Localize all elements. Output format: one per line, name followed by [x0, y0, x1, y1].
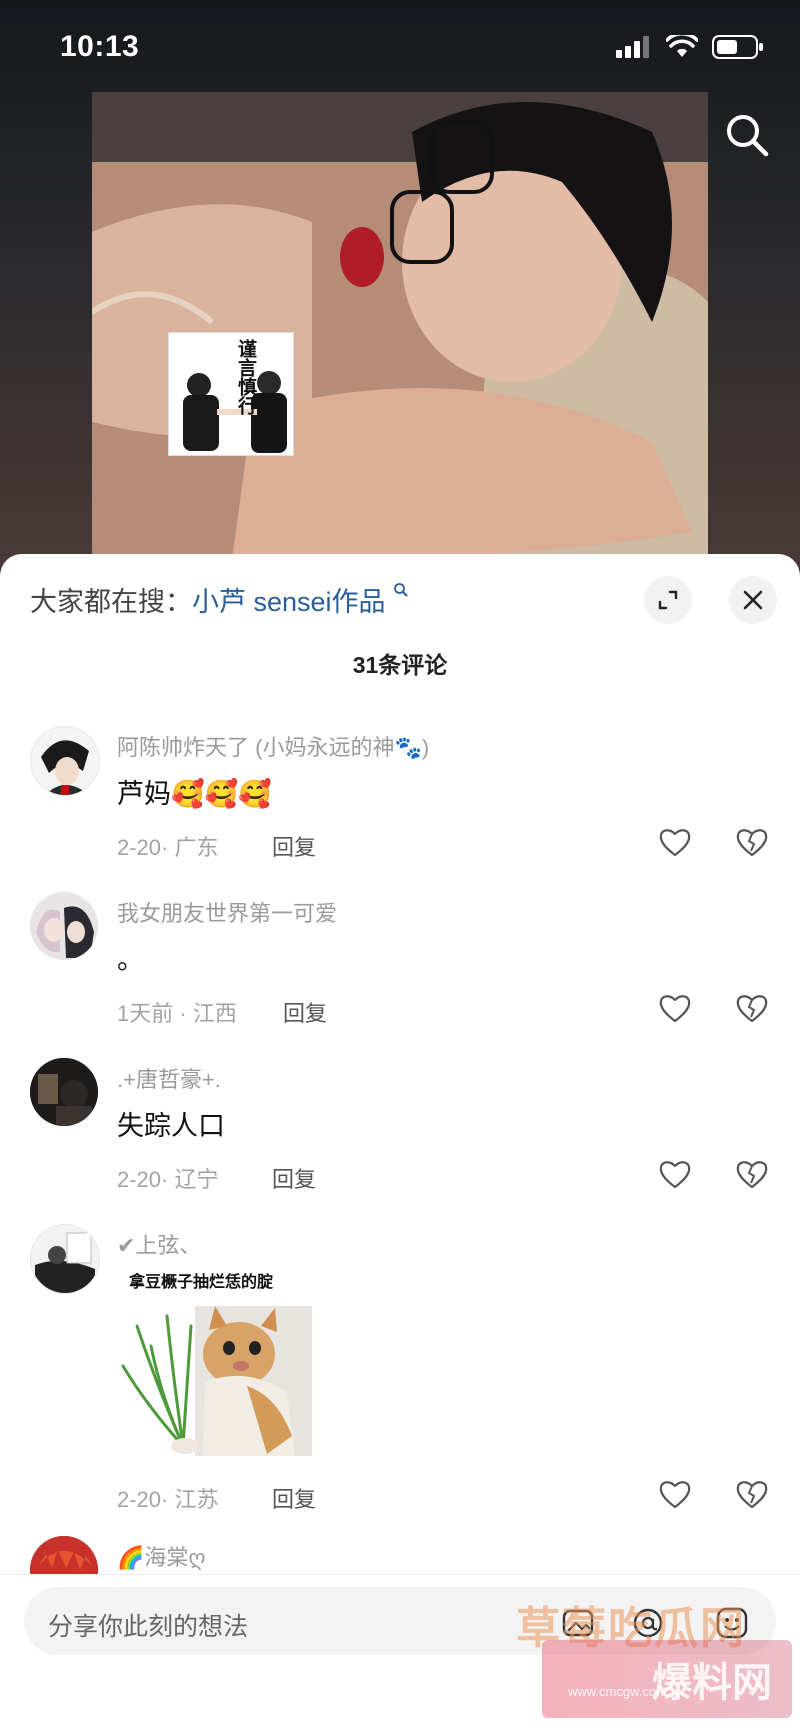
avatar-image — [30, 892, 98, 960]
heart-icon[interactable] — [657, 824, 693, 860]
comment-count: 31条评论 — [352, 652, 448, 678]
meme-caption: 拿豆橛子抽烂恁的腚 — [129, 1272, 274, 1291]
video-area: 10:13 谨言慎行 — [0, 0, 800, 570]
broken-heart-icon[interactable] — [734, 990, 770, 1026]
heart-icon[interactable] — [657, 990, 693, 1026]
close-button[interactable] — [729, 576, 777, 624]
comment-text: 。 — [117, 945, 144, 975]
video-image — [92, 92, 708, 560]
comment-item: ✔上弦、 拿豆橛子抽烂恁的腚 2-20· 江苏 回复 — [0, 1224, 800, 1544]
avatar-image — [31, 1225, 99, 1293]
comment-author[interactable]: 🌈海棠ღ — [117, 1540, 206, 1572]
reply-button[interactable]: 回复 — [272, 830, 316, 862]
reply-button[interactable]: 回复 — [272, 1482, 316, 1514]
battery-icon — [712, 35, 763, 59]
expand-icon — [658, 590, 678, 610]
watermark-url: www.cmcgw.com — [568, 1684, 667, 1699]
broken-heart-icon[interactable] — [734, 824, 770, 860]
comment-item: 我女朋友世界第一可爱 。 1天前 · 江西 回复 — [0, 892, 800, 1052]
heart-icon[interactable] — [657, 1156, 693, 1192]
comment-date: 1天前 — [117, 1001, 174, 1026]
comment-item: 阿陈帅炸天了 (小妈永远的神🐾) 芦妈🥰🥰🥰 2-20· 广东 回复 — [0, 726, 800, 886]
comment-date: 2-20 — [117, 1167, 162, 1192]
small-search-icon — [394, 583, 408, 597]
avatar-image — [30, 1058, 98, 1126]
comment-meta: 2-20· 江苏 — [117, 1487, 219, 1512]
comment-author[interactable]: 我女朋友世界第一可爱 — [117, 896, 337, 928]
signal-icon — [616, 36, 649, 58]
close-icon — [743, 590, 763, 610]
watermark-badge: 爆料网 www.cmcgw.com — [542, 1640, 792, 1718]
expand-button[interactable] — [644, 576, 692, 624]
sticker: 谨言慎行 — [168, 332, 294, 456]
comment-text: 失踪人口 — [117, 1111, 225, 1141]
input-placeholder: 分享你此刻的想法 — [48, 1613, 249, 1641]
status-time: 10:13 — [60, 30, 140, 63]
comment-text: 芦妈🥰🥰🥰 — [117, 779, 272, 809]
comment-date: 2-20 — [117, 835, 162, 860]
hot-search-prefix: 大家都在搜： — [30, 587, 192, 617]
reply-button[interactable]: 回复 — [272, 1162, 316, 1194]
comment-author[interactable]: ✔上弦、 — [117, 1228, 201, 1260]
hot-search-link[interactable]: 小芦 sensei作品 — [192, 587, 386, 617]
avatar[interactable] — [30, 1058, 98, 1126]
avatar[interactable] — [30, 1224, 100, 1294]
wifi-icon — [666, 35, 698, 57]
video-frame[interactable]: 谨言慎行 — [92, 92, 708, 560]
status-icons — [616, 34, 764, 60]
reply-button[interactable]: 回复 — [283, 996, 327, 1028]
avatar[interactable] — [30, 892, 98, 960]
status-bar: 10:13 — [0, 0, 800, 90]
avatar[interactable] — [30, 726, 100, 796]
search-icon — [727, 115, 769, 157]
broken-heart-icon[interactable] — [734, 1476, 770, 1512]
search-button[interactable] — [722, 110, 772, 160]
heart-icon[interactable] — [657, 1476, 693, 1512]
comment-meta: 1天前 · 江西 — [117, 1001, 237, 1026]
broken-heart-icon[interactable] — [734, 1156, 770, 1192]
sticker-text: 谨言慎行 — [235, 339, 257, 415]
avatar-image — [41, 740, 89, 795]
comment-date: 2-20 — [117, 1487, 162, 1512]
cat-with-greens — [121, 1306, 312, 1456]
comment-meta: 2-20· 辽宁 — [117, 1167, 219, 1192]
comment-location: 江西 — [192, 1001, 237, 1026]
sticker-people — [183, 371, 287, 453]
comment-item: .+唐哲豪+. 失踪人口 2-20· 辽宁 回复 — [0, 1058, 800, 1218]
meme-image[interactable]: 拿豆橛子抽烂恁的腚 — [117, 1268, 312, 1458]
comment-location: 广东 — [174, 835, 219, 860]
comment-sheet: 大家都在搜：小芦 sensei作品 31条评论 阿陈帅炸天了 (小妈永远的神� — [0, 554, 800, 1731]
comment-author[interactable]: .+唐哲豪+. — [117, 1062, 221, 1094]
comment-author[interactable]: 阿陈帅炸天了 (小妈永远的神🐾) — [117, 730, 429, 762]
hot-search-bar: 大家都在搜：小芦 sensei作品 — [30, 580, 409, 619]
comment-location: 辽宁 — [174, 1167, 219, 1192]
comment-location: 江苏 — [174, 1487, 219, 1512]
watermark-badge-text: 爆料网 — [652, 1660, 772, 1706]
comment-meta: 2-20· 广东 — [117, 835, 219, 860]
